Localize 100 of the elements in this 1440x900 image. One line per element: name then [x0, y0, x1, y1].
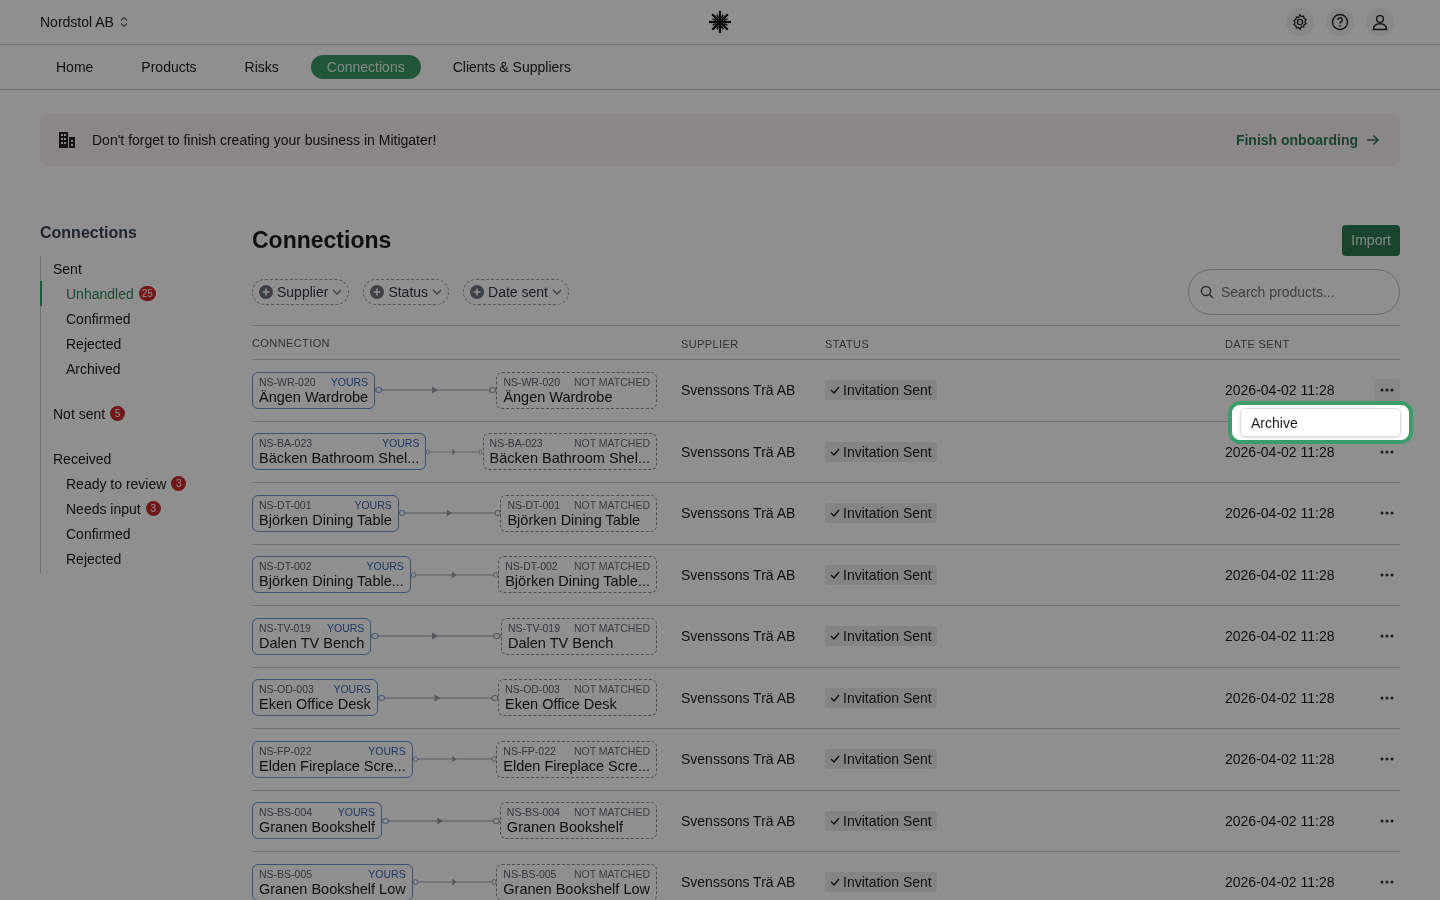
product-node[interactable]: NS-WR-020 YOURS Ängen Wardrobe [252, 371, 376, 409]
match-tag: YOURS [333, 683, 371, 696]
product-node[interactable]: NS-BS-004 YOURS Granen Bookshelf [252, 802, 383, 840]
column-header: STATUS [825, 337, 870, 350]
organization-switcher[interactable]: Nordstol AB [40, 14, 128, 30]
sidebar-item[interactable]: Rejected [66, 335, 122, 352]
page-title: Connections [252, 226, 392, 254]
product-code: NS-DT-002 [259, 560, 312, 573]
date-sent: 2026-04-02 11:28 [1225, 812, 1335, 829]
match-tag: NOT MATCHED [573, 806, 650, 819]
product-name: Elden Fireplace Scre... [503, 757, 650, 774]
product-name: Granen Bookshelf Low [503, 880, 650, 897]
user-icon[interactable] [1371, 13, 1389, 31]
match-tag: NOT MATCHED [573, 744, 650, 757]
match-tag: NOT MATCHED [573, 375, 650, 388]
check-icon [830, 386, 840, 395]
product-node[interactable]: NS-BS-004 NOT MATCHED Granen Bookshelf [499, 802, 657, 840]
product-node[interactable]: NS-FP-022 NOT MATCHED Elden Fireplace Scre... [496, 740, 657, 778]
sidebar-item[interactable]: Rejected [66, 550, 122, 567]
sidebar-item[interactable]: Ready to review [66, 475, 167, 492]
nav-tab[interactable]: Clients & Suppliers [436, 55, 587, 79]
product-node[interactable]: NS-DT-001 YOURS Björken Dining Table [252, 494, 399, 532]
count-badge: 3 [145, 501, 161, 516]
more-icon [1380, 634, 1394, 639]
chevron-down-icon [332, 289, 343, 295]
match-tag: YOURS [330, 375, 369, 388]
sidebar-title: Connections [40, 224, 138, 242]
column-header: DATE SENT [1225, 337, 1290, 350]
product-node[interactable]: NS-DT-002 NOT MATCHED Björken Dining Table... [498, 556, 657, 594]
product-node[interactable]: NS-BA-023 NOT MATCHED Bäcken Bathroom Shel... [482, 433, 657, 471]
more-button[interactable] [1374, 379, 1400, 402]
status-tag: Invitation Sent [825, 749, 937, 770]
match-tag: YOURS [327, 621, 365, 634]
settings-icon[interactable] [1291, 13, 1309, 31]
filter-chip[interactable]: Date sent [463, 279, 569, 305]
product-node[interactable]: NS-OD-003 NOT MATCHED Eken Office Desk [498, 679, 657, 717]
column-header: CONNECTION [252, 336, 330, 349]
sidebar-group-label[interactable]: Sent [53, 260, 82, 277]
check-icon [830, 755, 840, 764]
search-field[interactable]: Search products... [1188, 269, 1400, 315]
match-tag: NOT MATCHED [573, 560, 650, 573]
sidebar-item[interactable]: Unhandled [66, 285, 134, 302]
product-node[interactable]: NS-FP-022 YOURS Elden Fireplace Scre... [252, 740, 413, 778]
status-tag: Invitation Sent [825, 441, 937, 462]
nav-tab[interactable]: Risks [228, 55, 295, 79]
finish-onboarding-link[interactable]: Finish onboarding [1235, 132, 1380, 148]
product-node[interactable]: NS-TV-019 NOT MATCHED Dalen TV Bench [501, 617, 657, 655]
product-node[interactable]: NS-TV-019 YOURS Dalen TV Bench [252, 617, 372, 655]
import-button[interactable]: Import [1342, 224, 1400, 256]
sidebar-item[interactable]: Confirmed [66, 525, 131, 542]
product-code: NS-WR-020 [503, 375, 560, 388]
filter-chip[interactable]: Supplier [252, 279, 350, 305]
plus-circle-icon [370, 285, 385, 299]
more-icon [1380, 388, 1394, 393]
status-tag: Invitation Sent [825, 872, 937, 893]
product-name: Elden Fireplace Scre... [259, 757, 406, 774]
product-node[interactable]: NS-DT-002 YOURS Björken Dining Table... [252, 556, 411, 594]
plus-circle-icon [470, 285, 485, 299]
product-code: NS-BA-023 [259, 437, 313, 450]
product-node[interactable]: NS-DT-001 NOT MATCHED Björken Dining Table [500, 494, 657, 532]
product-code: NS-BS-005 [503, 867, 557, 880]
more-icon [1380, 511, 1394, 516]
match-tag: YOURS [368, 744, 406, 757]
sidebar-item[interactable]: Needs input [66, 500, 141, 517]
more-icon [1380, 880, 1394, 885]
match-tag: YOURS [354, 498, 392, 511]
product-name: Björken Dining Table... [259, 573, 404, 590]
match-tag: YOURS [382, 437, 420, 450]
date-sent: 2026-04-02 11:28 [1225, 443, 1335, 460]
sidebar-group-label[interactable]: Received [53, 450, 112, 467]
date-sent: 2026-04-02 11:28 [1225, 689, 1335, 706]
count-badge: 5 [110, 406, 126, 421]
product-node[interactable]: NS-WR-020 NOT MATCHED Ängen Wardrobe [496, 371, 657, 409]
nav-tab[interactable]: Products [125, 55, 213, 79]
product-node[interactable]: NS-BA-023 YOURS Bäcken Bathroom Shel... [252, 433, 427, 471]
menu-item[interactable]: Archive [1241, 414, 1400, 431]
chevron-down-icon [432, 289, 443, 295]
status-tag: Invitation Sent [825, 626, 937, 647]
product-code: NS-OD-003 [505, 683, 560, 696]
help-icon[interactable] [1331, 13, 1349, 31]
sidebar-group-label[interactable]: Not sent [53, 405, 106, 422]
nav-tab[interactable]: Home [40, 55, 110, 79]
product-code: NS-DT-002 [505, 560, 558, 573]
check-icon [830, 570, 840, 579]
supplier-name: Svenssons Trä AB [681, 382, 796, 399]
product-code: NS-DT-001 [507, 498, 560, 511]
more-icon [1380, 757, 1394, 762]
plus-circle-icon [259, 285, 273, 299]
match-tag: NOT MATCHED [573, 498, 650, 511]
product-node[interactable]: NS-OD-003 YOURS Eken Office Desk [252, 679, 378, 717]
count-badge: 25 [138, 286, 156, 301]
supplier-name: Svenssons Trä AB [681, 751, 796, 768]
product-name: Granen Bookshelf Low [259, 880, 406, 897]
sidebar-item[interactable]: Archived [66, 360, 121, 377]
product-name: Granen Bookshelf [506, 819, 624, 836]
product-code: NS-FP-022 [503, 744, 556, 757]
filter-chip[interactable]: Status [363, 279, 450, 305]
status-tag: Invitation Sent [825, 380, 937, 401]
supplier-name: Svenssons Trä AB [681, 443, 796, 460]
sidebar-item[interactable]: Confirmed [66, 310, 131, 327]
